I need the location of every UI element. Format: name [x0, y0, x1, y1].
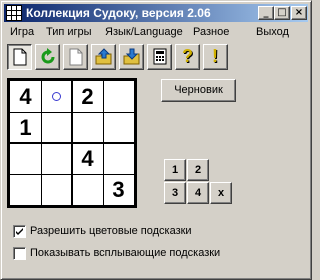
checkmark-icon	[16, 228, 23, 235]
sudoku-cell-r3c4[interactable]	[103, 143, 134, 174]
help-icon: ?	[182, 46, 193, 66]
popup-hints-checkbox[interactable]	[13, 247, 26, 260]
new-game-button[interactable]	[7, 44, 32, 70]
close-icon: ×	[294, 7, 304, 18]
candidate-marker-icon	[52, 92, 61, 101]
new-document-icon	[13, 48, 27, 66]
maximize-button[interactable]: □	[274, 6, 290, 20]
hint-icon: !	[212, 46, 218, 66]
number-button-3[interactable]: 3	[164, 182, 186, 204]
blank-game-button[interactable]	[63, 44, 88, 70]
close-button[interactable]: ×	[291, 6, 307, 20]
sudoku-cell-r3c2[interactable]	[41, 143, 72, 174]
sudoku-cell-r2c3[interactable]	[72, 112, 103, 143]
sudoku-cell-r4c2[interactable]	[41, 174, 72, 205]
calculator-button[interactable]	[147, 44, 172, 70]
sudoku-cell-r2c2[interactable]	[41, 112, 72, 143]
menu-misc[interactable]: Разное	[193, 26, 229, 38]
sudoku-cell-r2c4[interactable]	[103, 112, 134, 143]
number-button-4[interactable]: 4	[187, 182, 209, 204]
restart-icon	[41, 48, 55, 64]
minimize-icon: _	[263, 7, 269, 18]
menu-exit[interactable]: Выход	[256, 26, 289, 38]
sudoku-cell-r4c3[interactable]	[72, 174, 103, 205]
minimize-button[interactable]: _	[258, 6, 274, 20]
help-button[interactable]: ?	[175, 44, 200, 70]
toolbar: ? !	[4, 42, 308, 72]
sudoku-cell-r1c1[interactable]: 4	[10, 81, 41, 112]
sudoku-cell-r4c1[interactable]	[10, 174, 41, 205]
save-button[interactable]	[119, 44, 144, 70]
sudoku-cell-r1c2[interactable]	[41, 81, 72, 112]
menu-bar: Игра Тип игры Язык/Language Разное Выход	[4, 24, 308, 42]
clear-cell-button[interactable]: x	[210, 182, 232, 204]
sudoku-cell-r3c3[interactable]: 4	[72, 143, 103, 174]
color-hints-checkbox[interactable]	[13, 225, 26, 238]
color-hints-label: Разрешить цветовые подсказки	[30, 225, 192, 237]
menu-game-type[interactable]: Тип игры	[46, 26, 92, 38]
menu-game[interactable]: Игра	[10, 26, 34, 38]
sudoku-app-icon	[6, 5, 22, 21]
save-icon	[123, 48, 140, 65]
title-bar[interactable]: Коллекция Судоку, версия 2.06 _ □ ×	[4, 4, 308, 22]
restart-button[interactable]	[35, 44, 60, 70]
maximize-icon: □	[277, 7, 287, 18]
popup-hints-label: Показывать всплывающие подсказки	[30, 247, 221, 259]
app-window: Коллекция Судоку, версия 2.06 _ □ × Игра…	[0, 0, 312, 280]
sudoku-cell-r4c4[interactable]: 3	[103, 174, 134, 205]
blank-page-icon	[69, 48, 83, 66]
sudoku-board: 4 2 1 4 3	[7, 78, 137, 208]
sudoku-cell-r1c3[interactable]: 2	[72, 81, 103, 112]
sudoku-cell-r2c1[interactable]: 1	[10, 112, 41, 143]
draft-button[interactable]: Черновик	[161, 79, 236, 102]
load-button[interactable]	[91, 44, 116, 70]
sudoku-cell-r3c1[interactable]	[10, 143, 41, 174]
number-button-1[interactable]: 1	[164, 159, 186, 181]
calculator-icon	[153, 48, 167, 65]
hint-button[interactable]: !	[203, 44, 228, 70]
load-icon	[95, 48, 112, 65]
sudoku-cell-r1c4[interactable]	[103, 81, 134, 112]
number-button-2[interactable]: 2	[187, 159, 209, 181]
window-title: Коллекция Судоку, версия 2.06	[26, 6, 211, 20]
menu-language[interactable]: Язык/Language	[105, 26, 183, 38]
